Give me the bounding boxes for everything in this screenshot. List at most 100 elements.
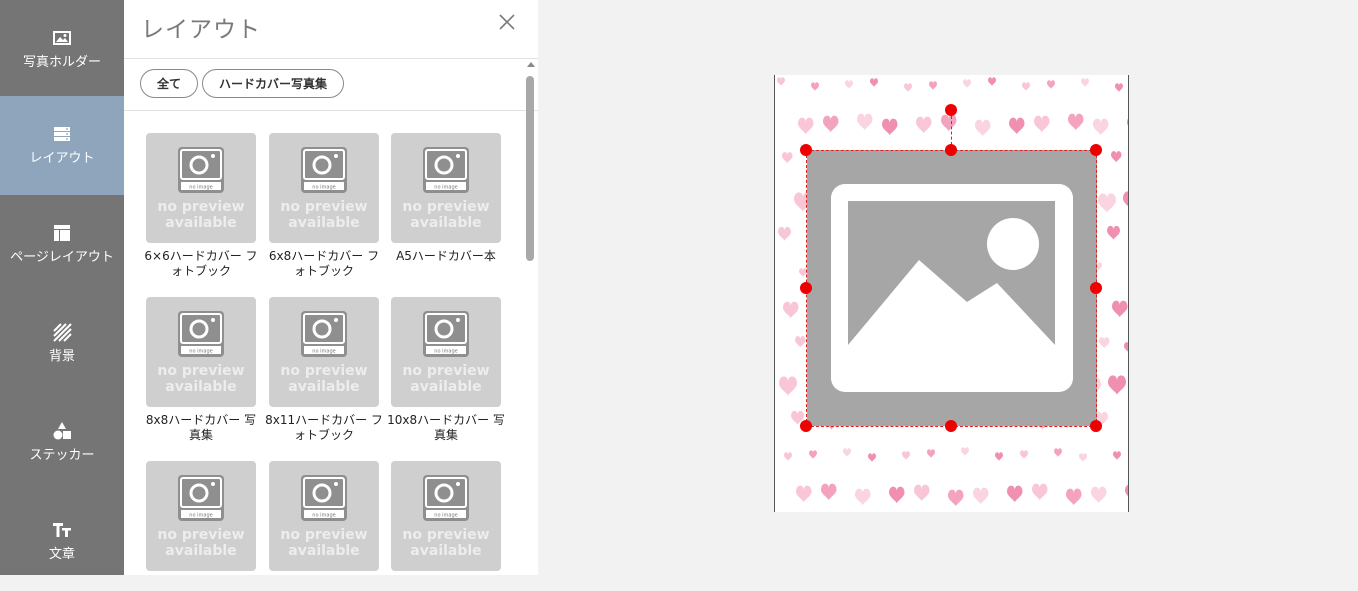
heart-decoration bbox=[1034, 115, 1050, 133]
heart-decoration bbox=[961, 447, 969, 456]
heart-decoration bbox=[809, 450, 817, 459]
camera-icon: no image bbox=[178, 475, 224, 521]
heart-decoration bbox=[782, 152, 793, 164]
nav-item-layout[interactable]: レイアウト bbox=[0, 96, 124, 195]
heart-decoration bbox=[870, 78, 878, 87]
layout-label: 6x8ハードカバー フォトブック bbox=[268, 249, 380, 278]
layout-thumbnail: no image no preview available bbox=[146, 133, 256, 243]
camera-caption: no image bbox=[189, 349, 212, 355]
heart-decoration bbox=[1098, 193, 1116, 213]
heart-decoration bbox=[784, 452, 792, 461]
heart-decoration bbox=[1093, 118, 1109, 136]
heart-decoration bbox=[855, 488, 871, 506]
heart-decoration bbox=[1113, 451, 1121, 460]
layout-thumbnail: no image no preview available bbox=[146, 297, 256, 407]
heart-decoration bbox=[795, 336, 806, 348]
resize-handle-bottom-left[interactable] bbox=[800, 420, 812, 432]
heart-decoration bbox=[777, 77, 785, 86]
filter-hardcover-button[interactable]: ハードカバー写真集 bbox=[202, 69, 344, 98]
resize-handle-top[interactable] bbox=[945, 144, 957, 156]
camera-icon: no image bbox=[423, 311, 469, 357]
filter-all-button[interactable]: 全て bbox=[140, 69, 198, 98]
resize-handle-top-right[interactable] bbox=[1090, 144, 1102, 156]
resize-handle-bottom-right[interactable] bbox=[1090, 420, 1102, 432]
no-preview-text: no preview available bbox=[157, 363, 245, 395]
layout-thumbnail: no image no preview available bbox=[391, 297, 501, 407]
nav-label-text: 文章 bbox=[48, 547, 75, 562]
heart-decoration bbox=[1079, 453, 1087, 462]
camera-icon: no image bbox=[423, 147, 469, 193]
sticker-icon bbox=[53, 422, 71, 440]
no-preview-text: no preview available bbox=[402, 199, 490, 231]
heart-decoration bbox=[823, 115, 839, 133]
nav-label-layout: レイアウト bbox=[29, 151, 95, 166]
close-icon[interactable] bbox=[496, 11, 518, 33]
heart-decoration bbox=[929, 81, 937, 90]
nav-label-page-layout: ページレイアウト bbox=[10, 250, 114, 265]
heart-decoration bbox=[1112, 300, 1128, 318]
heart-decoration bbox=[783, 301, 799, 319]
heart-decoration bbox=[821, 483, 837, 501]
layout-label: 6×6ハードカバー フォトブック bbox=[144, 249, 258, 278]
resize-handle-left[interactable] bbox=[800, 282, 812, 294]
photo-placeholder[interactable] bbox=[807, 150, 1097, 426]
heart-decoration bbox=[902, 451, 910, 460]
resize-handle-top-left[interactable] bbox=[800, 144, 812, 156]
heart-decoration bbox=[1127, 118, 1128, 126]
heart-decoration bbox=[1123, 191, 1128, 207]
resize-handle-bottom[interactable] bbox=[945, 420, 957, 432]
heart-decoration bbox=[882, 118, 898, 136]
heart-decoration bbox=[796, 485, 812, 503]
scrollbar-thumb[interactable] bbox=[526, 76, 534, 261]
layout-label: A5ハードカバー本 bbox=[396, 249, 496, 263]
heart-decoration bbox=[1020, 450, 1028, 459]
heart-decoration bbox=[868, 453, 876, 462]
nav-item-text[interactable]: 文章 bbox=[0, 492, 124, 591]
heart-decoration bbox=[941, 114, 957, 132]
heart-decoration bbox=[988, 77, 996, 86]
panel-divider bbox=[124, 58, 538, 59]
photo-icon bbox=[53, 31, 71, 45]
layout-thumbnail: no image no preview available bbox=[391, 461, 501, 571]
heart-decoration bbox=[779, 376, 797, 396]
heart-decoration bbox=[1068, 113, 1084, 131]
no-preview-text: no preview available bbox=[280, 363, 368, 395]
heart-decoration bbox=[1125, 484, 1128, 497]
heart-decoration bbox=[798, 117, 814, 135]
heart-decoration bbox=[843, 448, 851, 457]
no-preview-text: no preview available bbox=[280, 527, 368, 559]
scroll-up-arrow-icon[interactable] bbox=[527, 62, 535, 67]
nav-item-sticker[interactable]: ステッカー bbox=[0, 393, 124, 492]
rotate-handle[interactable] bbox=[945, 104, 957, 116]
camera-icon: no image bbox=[178, 311, 224, 357]
resize-handle-right[interactable] bbox=[1090, 282, 1102, 294]
camera-icon: no image bbox=[178, 147, 224, 193]
layout-icon bbox=[54, 127, 70, 141]
heart-decoration bbox=[963, 79, 971, 88]
heart-decoration bbox=[1007, 485, 1023, 503]
layout-thumbnail: no image no preview available bbox=[269, 461, 379, 571]
heart-decoration bbox=[1009, 117, 1025, 135]
camera-caption: no image bbox=[434, 349, 457, 355]
layout-thumbnail: no image no preview available bbox=[391, 133, 501, 243]
heart-decoration bbox=[845, 80, 853, 89]
heart-decoration bbox=[799, 268, 807, 277]
camera-caption: no image bbox=[434, 513, 457, 519]
layout-thumbnail: no image no preview available bbox=[146, 461, 256, 571]
nav-item-photo-holder[interactable]: 写真ホルダー bbox=[0, 0, 124, 99]
camera-caption: no image bbox=[312, 513, 335, 519]
image-placeholder-icon bbox=[831, 184, 1073, 392]
nav-item-background[interactable]: 背景 bbox=[0, 294, 124, 393]
heart-decoration bbox=[914, 484, 930, 502]
nav-item-page-layout[interactable]: ページレイアウト bbox=[0, 195, 124, 294]
layout-thumbnail: no image no preview available bbox=[269, 133, 379, 243]
panel-divider bbox=[124, 110, 538, 111]
text-icon bbox=[53, 523, 71, 537]
heart-decoration bbox=[1054, 448, 1062, 457]
heart-decoration bbox=[1108, 375, 1126, 395]
no-preview-text: no preview available bbox=[157, 527, 245, 559]
heart-decoration bbox=[1115, 83, 1123, 92]
panel-title: レイアウト bbox=[141, 17, 261, 43]
nav-label-sticker: ステッカー bbox=[29, 448, 95, 463]
heart-decoration bbox=[1047, 80, 1055, 89]
